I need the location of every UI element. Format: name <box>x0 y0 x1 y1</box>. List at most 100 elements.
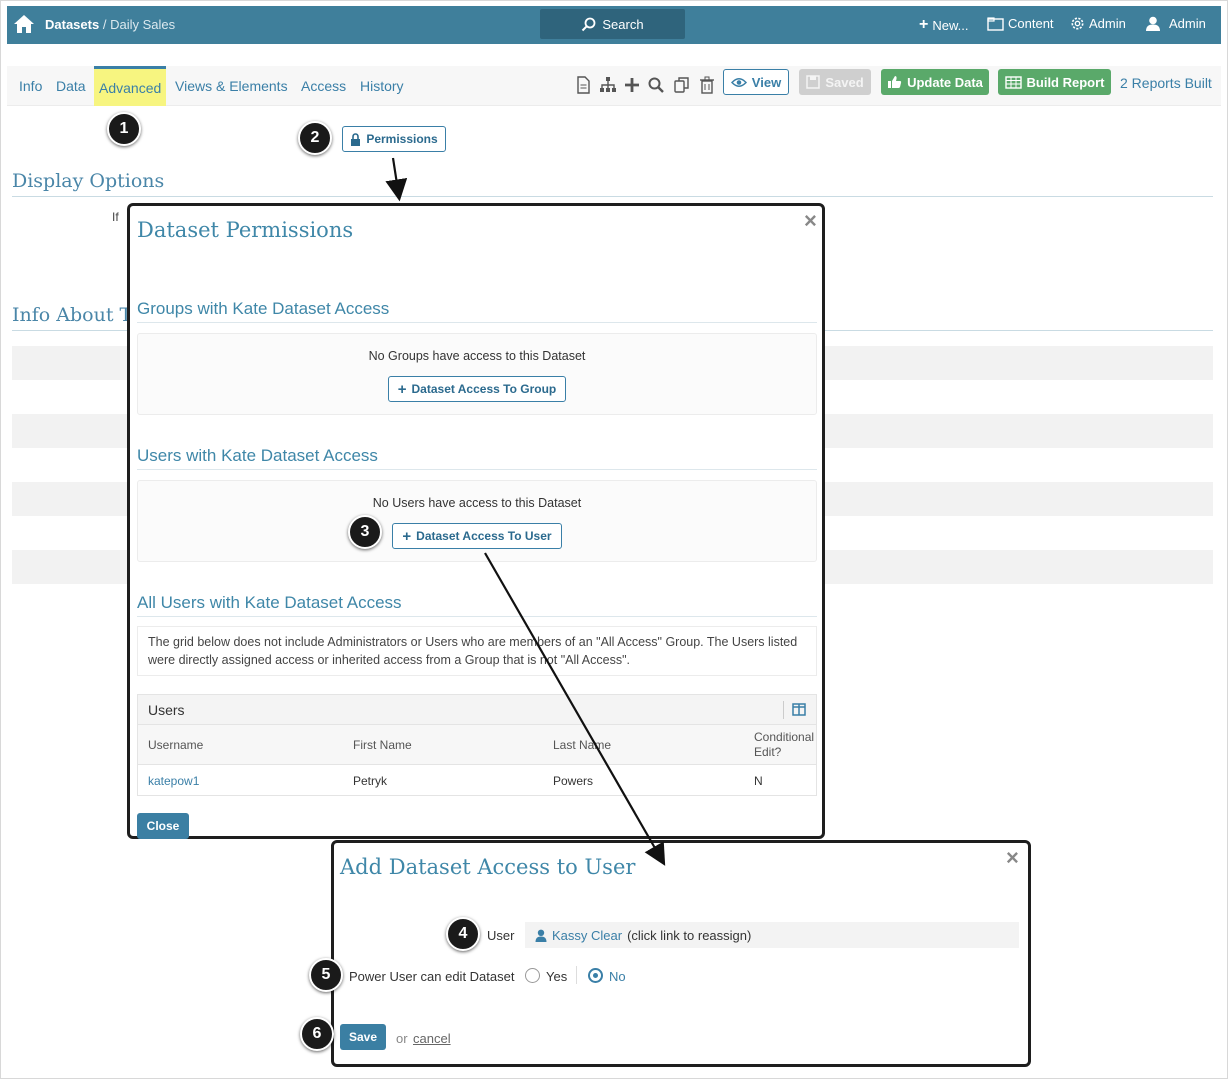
power-user-no-radio[interactable] <box>588 968 603 983</box>
search-icon <box>582 17 596 31</box>
group-button-label: Dataset Access To Group <box>411 382 557 396</box>
close-icon[interactable]: × <box>804 210 817 232</box>
top-bar: Datasets / Daily Sales Search + New... C… <box>7 6 1221 44</box>
eye-icon <box>730 77 747 87</box>
update-data-label: Update Data <box>907 74 983 90</box>
yes-label[interactable]: Yes <box>546 969 567 984</box>
tab-info[interactable]: Info <box>19 78 42 94</box>
table-icon <box>1004 75 1022 89</box>
user-icon <box>1146 16 1160 31</box>
radio-divider <box>576 966 577 984</box>
breadcrumb-separator: / <box>102 17 107 32</box>
power-user-yes-radio[interactable] <box>525 968 540 983</box>
grid-title: Users <box>148 702 185 718</box>
save-button[interactable]: Save <box>340 1024 386 1050</box>
all-users-note: The grid below does not include Administ… <box>137 626 817 676</box>
dataset-access-to-user-button[interactable]: + Dataset Access To User <box>392 523 562 549</box>
content-menu[interactable]: Content <box>987 16 1054 31</box>
cancel-link[interactable]: cancel <box>413 1031 451 1046</box>
or-text: or <box>396 1031 408 1046</box>
content-label: Content <box>1008 16 1054 31</box>
user-name-link[interactable]: Kassy Clear <box>552 928 622 943</box>
grid-column-headers: Username First Name Last Name Conditiona… <box>138 725 816 765</box>
view-button[interactable]: View <box>723 69 789 95</box>
callout-badge-4: 4 <box>446 917 480 951</box>
plus-icon: + <box>397 380 407 398</box>
breadcrumb: Datasets / Daily Sales <box>45 17 175 32</box>
grid-header-divider <box>783 701 784 719</box>
callout-badge-5: 5 <box>309 958 343 992</box>
build-report-button[interactable]: Build Report <box>998 69 1111 95</box>
plus-icon: + <box>402 527 412 545</box>
columns-icon[interactable] <box>792 703 806 716</box>
callout-badge-2: 2 <box>298 121 332 155</box>
display-options-divider <box>12 196 1213 197</box>
column-conditional-edit[interactable]: Conditional Edit? <box>754 730 818 760</box>
permissions-label: Permissions <box>366 132 438 146</box>
groups-section-title: Groups with Kate Dataset Access <box>137 299 390 318</box>
column-first-name[interactable]: First Name <box>353 738 412 752</box>
column-username[interactable]: Username <box>148 738 203 752</box>
info-about-heading: Info About Th <box>12 304 145 326</box>
groups-section-divider <box>137 322 817 323</box>
all-users-section-divider <box>137 616 817 617</box>
dataset-access-to-group-button[interactable]: + Dataset Access To Group <box>388 376 566 402</box>
column-last-name[interactable]: Last Name <box>553 738 611 752</box>
new-menu[interactable]: + New... <box>919 16 968 34</box>
all-users-section-title: All Users with Kate Dataset Access <box>137 593 402 612</box>
users-section-title: Users with Kate Dataset Access <box>137 446 378 465</box>
close-icon[interactable]: × <box>1006 847 1019 869</box>
permissions-button[interactable]: Permissions <box>342 126 446 152</box>
saved-button[interactable]: Saved <box>799 69 871 95</box>
user-reassign-hint: (click link to reassign) <box>627 927 752 943</box>
reports-built-link[interactable]: 2 Reports Built <box>1120 75 1212 91</box>
cell-first-name: Petryk <box>353 774 388 788</box>
trash-icon[interactable] <box>698 76 716 94</box>
users-panel: No Users have access to this Dataset + D… <box>137 480 817 562</box>
user-menu[interactable]: Admin <box>1145 16 1206 31</box>
view-label: View <box>751 74 782 90</box>
modal-title: Dataset Permissions <box>137 218 354 242</box>
breadcrumb-root[interactable]: Datasets <box>45 17 99 32</box>
update-data-button[interactable]: Update Data <box>881 69 989 95</box>
users-grid: Users Username First Name Last Name Cond… <box>137 694 817 796</box>
new-label: New... <box>932 17 969 33</box>
grid-header: Users <box>138 695 816 725</box>
cell-conditional-edit: N <box>754 774 763 788</box>
dataset-permissions-modal: × Dataset Permissions Groups with Kate D… <box>127 203 825 839</box>
tab-views-elements[interactable]: Views & Elements <box>175 78 288 94</box>
breadcrumb-current: Daily Sales <box>110 17 176 32</box>
add-dataset-access-modal: × Add Dataset Access to User User Kassy … <box>331 840 1031 1067</box>
admin-label: Admin <box>1089 16 1126 31</box>
callout-badge-3: 3 <box>348 515 382 549</box>
tab-advanced[interactable]: Advanced <box>94 66 167 106</box>
no-label[interactable]: No <box>609 969 626 984</box>
display-options-heading: Display Options <box>12 170 165 192</box>
display-options-text: If <box>112 210 119 224</box>
floppy-icon <box>806 75 821 89</box>
search-label: Search <box>602 16 644 32</box>
add-icon[interactable] <box>623 76 641 94</box>
home-icon[interactable] <box>13 14 35 34</box>
tab-history[interactable]: History <box>360 78 404 94</box>
user-field-label: User <box>487 928 515 943</box>
admin-menu[interactable]: Admin <box>1070 16 1126 31</box>
thumbs-up-icon <box>888 76 902 88</box>
copy-icon[interactable] <box>673 76 691 94</box>
plus-icon: + <box>919 16 929 33</box>
document-icon[interactable] <box>574 76 592 94</box>
user-field: Kassy Clear (click link to reassign) <box>525 922 1019 948</box>
hierarchy-icon[interactable] <box>599 76 617 94</box>
tab-access[interactable]: Access <box>301 78 346 94</box>
close-button[interactable]: Close <box>137 813 189 839</box>
search-button[interactable]: Search <box>540 9 685 39</box>
build-report-label: Build Report <box>1026 74 1105 90</box>
saved-label: Saved <box>825 74 864 90</box>
gear-icon <box>1071 17 1084 30</box>
cell-last-name: Powers <box>553 774 594 788</box>
users-empty-message: No Users have access to this Dataset <box>372 496 582 510</box>
cell-username[interactable]: katepow1 <box>148 774 199 788</box>
groups-panel: No Groups have access to this Dataset + … <box>137 333 817 415</box>
magnifier-icon[interactable] <box>647 76 665 94</box>
tab-data[interactable]: Data <box>56 78 86 94</box>
